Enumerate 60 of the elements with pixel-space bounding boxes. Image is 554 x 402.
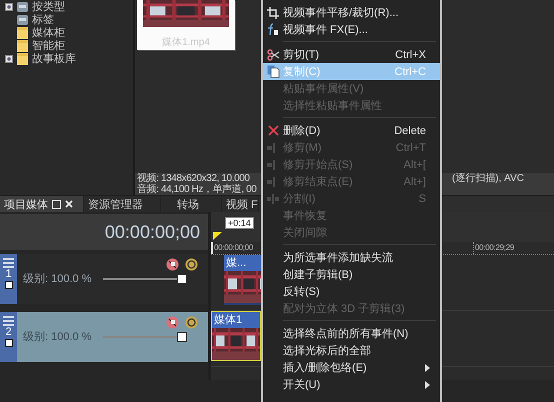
delete-icon: [268, 125, 278, 136]
menu-item[interactable]: 选择光标后的全部: [263, 342, 440, 359]
menu-item[interactable]: 删除(D) Delete: [263, 122, 440, 139]
fx-icon: [267, 23, 279, 36]
tree-item[interactable]: 按类型: [32, 0, 65, 14]
menu-icon[interactable]: [3, 258, 14, 268]
menu-item[interactable]: 开关(U): [263, 376, 440, 393]
level-label: 级别: 100.0 %: [23, 330, 92, 344]
video-track-icon: [4, 281, 12, 289]
video-event[interactable]: 媒体1: [211, 311, 261, 361]
event-label: 媒体1: [214, 314, 242, 326]
expand-icon[interactable]: [5, 54, 13, 62]
crop-icon: [267, 6, 279, 18]
folder-icon: [17, 40, 28, 52]
menu-item[interactable]: 视频事件 FX(E)...: [263, 21, 440, 38]
folder-icon: [17, 52, 28, 64]
tree-item[interactable]: 智能柜: [32, 38, 65, 53]
cursor-offset: +0:14: [225, 217, 254, 229]
solo-icon[interactable]: [185, 316, 198, 329]
track-strip[interactable]: 2: [0, 312, 17, 362]
ruler-time: 00:00:29;29: [473, 242, 514, 254]
solo-icon[interactable]: [185, 258, 198, 271]
tab[interactable]: 项目媒体: [0, 196, 84, 212]
menu-icon[interactable]: [3, 316, 14, 326]
video-info: (逐行扫描), AVC: [452, 173, 525, 184]
menu-item[interactable]: 插入/删除包络(E): [263, 359, 440, 376]
drive-icon: [17, 0, 28, 12]
time-display: 00:00:00;00: [0, 214, 208, 250]
video-info: 视频: 1348x620x32, 10.000: [137, 173, 250, 184]
copy-icon: [266, 65, 280, 78]
menu-item[interactable]: 剪切(T) Ctrl+X: [263, 46, 440, 63]
mute-icon[interactable]: [166, 258, 179, 271]
menu-item[interactable]: 视频事件平移/裁切(R)...: [263, 4, 440, 21]
menu-item[interactable]: 选择终点前的所有事件(N): [263, 325, 440, 342]
maximize-icon[interactable]: [52, 200, 61, 208]
tab[interactable]: 转场: [161, 196, 222, 212]
scissors-icon: [266, 48, 280, 60]
marker-icon[interactable]: [213, 232, 222, 240]
expand-icon[interactable]: [5, 2, 13, 10]
close-icon[interactable]: [65, 200, 73, 208]
event-label: 媒...: [226, 257, 246, 269]
slider-thumb[interactable]: [177, 332, 188, 342]
mute-icon[interactable]: [166, 316, 179, 329]
track-strip[interactable]: 1: [0, 254, 17, 304]
audio-info: 音频: 44,100 Hz，单声道, 00: [137, 184, 256, 195]
folder-icon: [17, 26, 28, 38]
tree-item[interactable]: 故事板库: [32, 51, 76, 66]
tab[interactable]: 视频 F: [222, 196, 259, 212]
tab[interactable]: 资源管理器: [84, 196, 161, 212]
track-number: 2: [5, 327, 12, 338]
drive-icon: [17, 14, 28, 26]
submenu-arrow-icon: [425, 364, 430, 372]
level-label: 级别: 100.0 %: [23, 272, 92, 286]
split-icon: [267, 194, 279, 204]
slider-thumb[interactable]: [177, 274, 188, 284]
tree-item[interactable]: 媒体柜: [32, 25, 65, 40]
track-number: 1: [5, 269, 12, 280]
tree-item[interactable]: 标签: [32, 12, 54, 27]
submenu-arrow-icon: [425, 380, 430, 388]
video-track-icon: [4, 339, 12, 347]
